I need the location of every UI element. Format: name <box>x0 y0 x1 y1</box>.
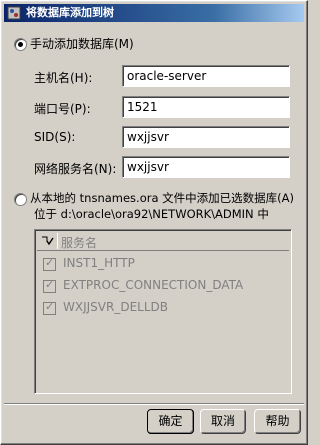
service-list-header[interactable]: 服务名 <box>37 232 289 251</box>
tnsnames-location: 位于 d:\oracle\ora92\NETWORK\ADMIN 中 <box>34 207 269 221</box>
check-column-icon <box>42 236 54 246</box>
port-label: 端口号(P): <box>34 102 91 116</box>
button-separator <box>4 403 304 405</box>
list-item-label: INST1_HTTP <box>63 256 135 270</box>
list-item-label: EXTPROC_CONNECTION_DATA <box>63 278 244 292</box>
service-name-value: wxjjsvr <box>127 160 169 174</box>
service-name-column-header[interactable]: 服务名 <box>61 234 97 251</box>
sid-value: wxjjsvr <box>127 130 169 144</box>
sid-input[interactable]: wxjjsvr <box>122 126 290 148</box>
tnsnames-add-label[interactable]: 从本地的 tnsnames.ora 文件中添加已选数据库(A) <box>30 190 294 206</box>
service-name-input[interactable]: wxjjsvr <box>122 156 290 178</box>
host-label: 主机名(H): <box>34 71 93 85</box>
header-divider <box>57 233 58 249</box>
window-title: 将数据库添加到树 <box>26 6 114 19</box>
help-button[interactable]: 帮助 <box>254 409 301 434</box>
database-tree-icon <box>7 6 21 20</box>
service-name-label: 网络服务名(N): <box>34 162 117 176</box>
ok-button[interactable]: 确定 <box>147 409 194 434</box>
dialog-window: 将数据库添加到树 手动添加数据库(M) 主机名(H): oracle-serve… <box>0 0 308 445</box>
port-value: 1521 <box>127 100 158 114</box>
item-checkbox[interactable] <box>43 256 56 271</box>
manual-add-label[interactable]: 手动添加数据库(M) <box>30 35 134 52</box>
port-input[interactable]: 1521 <box>122 96 290 118</box>
list-item-label: WXJJSVR_DELLDB <box>63 300 168 314</box>
title-bar[interactable]: 将数据库添加到树 <box>4 4 304 22</box>
host-input[interactable]: oracle-server <box>122 65 290 87</box>
host-value: oracle-server <box>127 69 207 83</box>
service-list[interactable]: 服务名 INST1_HTTP EXTPROC_CONNECTION_DATA W… <box>34 229 292 394</box>
item-checkbox[interactable] <box>43 278 56 293</box>
sid-label: SID(S): <box>34 130 76 144</box>
cancel-button[interactable]: 取消 <box>200 409 246 434</box>
tnsnames-add-radio[interactable] <box>14 193 27 206</box>
item-checkbox[interactable] <box>43 300 56 315</box>
manual-add-radio[interactable] <box>14 38 27 51</box>
